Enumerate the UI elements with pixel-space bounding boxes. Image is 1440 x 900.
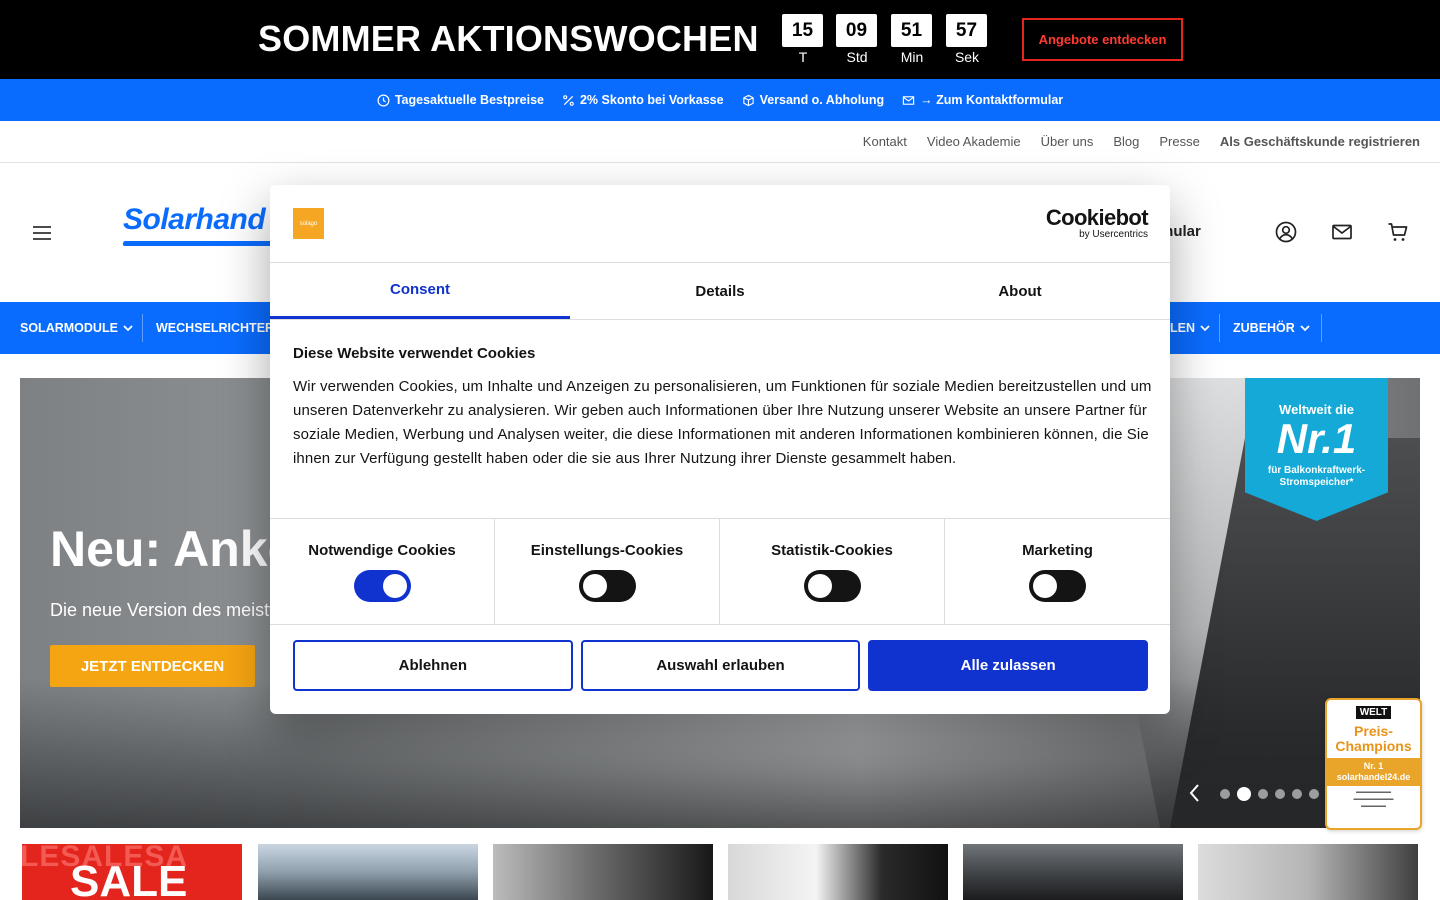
cookie-dialog: solago Cookiebot by Usercentrics Consent…: [270, 185, 1170, 714]
solago-logo: solago: [293, 208, 324, 239]
toggle-preferences: Einstellungs-Cookies: [495, 519, 720, 625]
toggle-label: Marketing: [1022, 542, 1093, 559]
switch-knob: [582, 574, 607, 598]
statistics-switch[interactable]: [803, 570, 861, 602]
cookie-heading: Diese Website verwendet Cookies: [293, 345, 536, 362]
allow-all-button[interactable]: Alle zulassen: [868, 640, 1149, 691]
cookiebot-name: Cookiebot: [1045, 205, 1149, 230]
toggle-label: Notwendige Cookies: [308, 542, 456, 559]
toggle-label: Statistik-Cookies: [771, 542, 893, 559]
allow-selection-button[interactable]: Auswahl erlauben: [580, 640, 861, 691]
switch-knob: [382, 574, 407, 598]
marketing-switch[interactable]: [1029, 570, 1086, 602]
cookie-toggles: Notwendige Cookies Einstellungs-Cookies …: [270, 518, 1170, 625]
cookie-tabs: Consent Details About: [270, 263, 1170, 320]
toggle-statistics: Statistik-Cookies: [720, 519, 945, 625]
preferences-switch[interactable]: [578, 570, 636, 602]
switch-knob: [807, 574, 832, 598]
tab-details[interactable]: Details: [570, 263, 870, 319]
necessary-switch[interactable]: [353, 570, 411, 602]
cookie-body: Diese Website verwendet Cookies Wir verw…: [293, 345, 1153, 471]
toggle-label: Einstellungs-Cookies: [530, 542, 684, 559]
cookie-description: Wir verwenden Cookies, um Inhalte und An…: [293, 378, 1152, 467]
toggle-marketing: Marketing: [945, 519, 1170, 625]
tab-consent[interactable]: Consent: [270, 263, 570, 319]
switch-knob: [1033, 574, 1057, 598]
cookie-buttons: Ablehnen Auswahl erlauben Alle zulassen: [293, 640, 1149, 691]
cookiebot-by: by Usercentrics: [1079, 229, 1148, 240]
toggle-necessary: Notwendige Cookies: [270, 519, 495, 625]
cookie-dialog-header: solago Cookiebot by Usercentrics: [270, 185, 1170, 263]
tab-about[interactable]: About: [870, 263, 1170, 319]
cookiebot-logo[interactable]: Cookiebot by Usercentrics: [1045, 205, 1149, 241]
reject-button[interactable]: Ablehnen: [293, 640, 573, 691]
